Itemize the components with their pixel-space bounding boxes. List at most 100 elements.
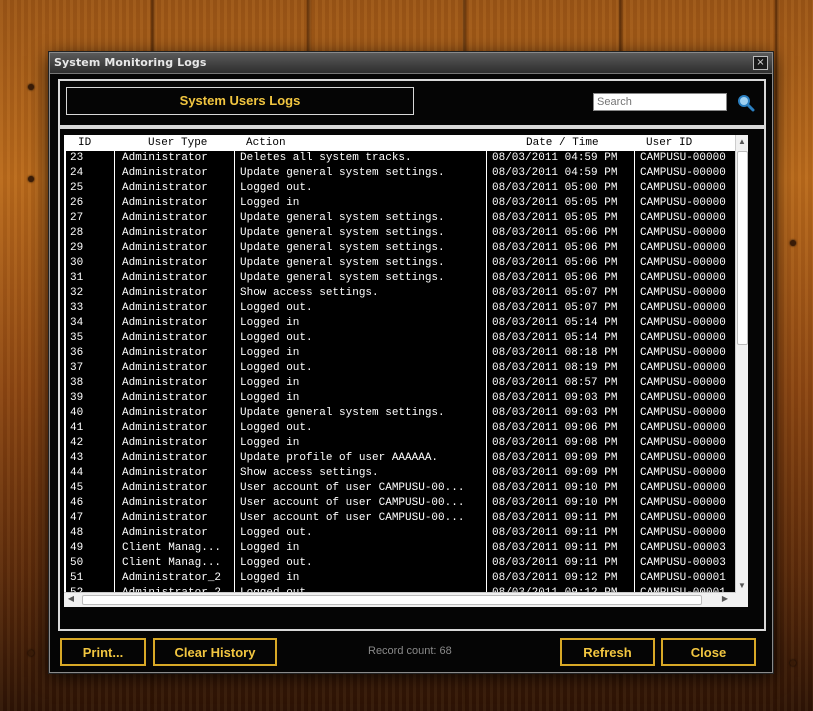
table-row[interactable]: 26 Administrator Logged in 08/03/2011 05:05… xyxy=(66,196,736,211)
table-row[interactable]: 35 Administrator Logged out. 08/03/2011 05:… xyxy=(66,331,736,346)
table-row[interactable]: 27 Administrator Update general system set… xyxy=(66,211,736,226)
cell-action: Show access settings. xyxy=(240,467,379,479)
column-divider xyxy=(114,556,115,571)
table-row[interactable]: 32 Administrator Show access settings. 08/0… xyxy=(66,286,736,301)
table-row[interactable]: 38 Administrator Logged in 08/03/2011 08:57… xyxy=(66,376,736,391)
cell-user-type: Administrator xyxy=(122,347,208,359)
table-row[interactable]: 29 Administrator Update general system set… xyxy=(66,241,736,256)
table-row[interactable]: 33 Administrator Logged out. 08/03/2011 05:… xyxy=(66,301,736,316)
column-divider xyxy=(234,331,235,346)
cell-action: Update general system settings. xyxy=(240,212,445,224)
table-row[interactable]: 44 Administrator Show access settings. 08/0… xyxy=(66,466,736,481)
column-divider xyxy=(114,196,115,211)
logs-table[interactable]: ID User Type Action Date / Time User ID … xyxy=(64,135,748,607)
column-divider xyxy=(486,466,487,481)
horizontal-scrollbar[interactable]: ◀ ▶ xyxy=(64,592,736,607)
cell-user-id: CAMPUSU-00003 xyxy=(640,542,726,554)
cell-action: Logged out. xyxy=(240,362,313,374)
cell-user-type: Administrator xyxy=(122,182,208,194)
scroll-down-icon[interactable]: ▼ xyxy=(738,581,746,591)
column-divider xyxy=(234,436,235,451)
cell-user-type: Administrator xyxy=(122,242,208,254)
table-row[interactable]: 30 Administrator Update general system set… xyxy=(66,256,736,271)
cell-action: Show access settings. xyxy=(240,287,379,299)
scroll-thumb[interactable] xyxy=(737,151,748,345)
column-header-date-time[interactable]: Date / Time xyxy=(526,137,599,149)
cell-id: 45 xyxy=(70,482,84,494)
cell-action: Update general system settings. xyxy=(240,257,445,269)
table-row[interactable]: 47 Administrator User account of user CAMP… xyxy=(66,511,736,526)
column-header-user-id[interactable]: User ID xyxy=(646,137,692,149)
scroll-right-icon[interactable]: ▶ xyxy=(720,594,730,605)
column-divider xyxy=(234,376,235,391)
cell-date-time: 08/03/2011 05:07 PM xyxy=(492,302,618,314)
cell-id: 49 xyxy=(70,542,84,554)
title-bar[interactable]: System Monitoring Logs × xyxy=(50,53,772,74)
column-divider xyxy=(234,451,235,466)
cell-user-id: CAMPUSU-00000 xyxy=(640,512,726,524)
cell-action: Logged out. xyxy=(240,557,313,569)
table-row[interactable]: 41 Administrator Logged out. 08/03/2011 09:… xyxy=(66,421,736,436)
cell-id: 35 xyxy=(70,332,84,344)
table-row[interactable]: 49 Client Manag... Logged in 08/03/2011 09:… xyxy=(66,541,736,556)
cell-id: 37 xyxy=(70,362,84,374)
refresh-button[interactable]: Refresh xyxy=(560,638,655,666)
table-row[interactable]: 31 Administrator Update general system set… xyxy=(66,271,736,286)
table-row[interactable]: 25 Administrator Logged out. 08/03/2011 05:… xyxy=(66,181,736,196)
table-row[interactable]: 46 Administrator User account of user CAMP… xyxy=(66,496,736,511)
cell-date-time: 08/03/2011 04:59 PM xyxy=(492,167,618,179)
cell-user-id: CAMPUSU-00000 xyxy=(640,407,726,419)
column-divider xyxy=(486,526,487,541)
table-row[interactable]: 42 Administrator Logged in 08/03/2011 09:08… xyxy=(66,436,736,451)
cell-user-id: CAMPUSU-00000 xyxy=(640,362,726,374)
cell-action: Logged out. xyxy=(240,422,313,434)
table-row[interactable]: 50 Client Manag... Logged out. 08/03/2011 0… xyxy=(66,556,736,571)
cell-id: 23 xyxy=(70,152,84,164)
column-header-id[interactable]: ID xyxy=(78,137,91,149)
cell-user-type: Administrator xyxy=(122,152,208,164)
print-button[interactable]: Print... xyxy=(60,638,146,666)
table-row[interactable]: 23 Administrator Deletes all system tracks… xyxy=(66,151,736,166)
table-row[interactable]: 28 Administrator Update general system set… xyxy=(66,226,736,241)
cell-user-type: Administrator xyxy=(122,332,208,344)
column-divider xyxy=(114,526,115,541)
cell-id: 27 xyxy=(70,212,84,224)
table-row[interactable]: 39 Administrator Logged in 08/03/2011 09:03… xyxy=(66,391,736,406)
cell-user-id: CAMPUSU-00000 xyxy=(640,482,726,494)
table-row[interactable]: 43 Administrator Update profile of user AA… xyxy=(66,451,736,466)
vertical-scrollbar[interactable]: ▲ ▼ xyxy=(735,135,748,607)
table-row[interactable]: 40 Administrator Update general system set… xyxy=(66,406,736,421)
cell-action: User account of user CAMPUSU-00... xyxy=(240,512,465,524)
column-header-user-type[interactable]: User Type xyxy=(148,137,207,149)
table-row[interactable]: 37 Administrator Logged out. 08/03/2011 08:… xyxy=(66,361,736,376)
search-input[interactable] xyxy=(593,93,727,111)
cell-user-id: CAMPUSU-00000 xyxy=(640,197,726,209)
cell-date-time: 08/03/2011 09:11 PM xyxy=(492,527,618,539)
scroll-up-icon[interactable]: ▲ xyxy=(738,137,746,147)
table-row[interactable]: 51 Administrator_2 Logged in 08/03/2011 09:… xyxy=(66,571,736,586)
search-icon[interactable] xyxy=(737,94,755,112)
column-divider xyxy=(234,496,235,511)
table-row[interactable]: 34 Administrator Logged in 08/03/2011 05:14… xyxy=(66,316,736,331)
table-row[interactable]: 45 Administrator User account of user CAMP… xyxy=(66,481,736,496)
column-header-action[interactable]: Action xyxy=(246,137,286,149)
cell-id: 32 xyxy=(70,287,84,299)
cell-date-time: 08/03/2011 05:06 PM xyxy=(492,257,618,269)
cell-date-time: 08/03/2011 05:00 PM xyxy=(492,182,618,194)
column-divider xyxy=(634,166,635,181)
column-divider xyxy=(634,391,635,406)
column-divider xyxy=(486,301,487,316)
cell-id: 51 xyxy=(70,572,84,584)
cell-action: Logged in xyxy=(240,437,300,449)
table-row[interactable]: 36 Administrator Logged in 08/03/2011 08:18… xyxy=(66,346,736,361)
column-divider xyxy=(114,331,115,346)
table-row[interactable]: 48 Administrator Logged out. 08/03/2011 09:… xyxy=(66,526,736,541)
table-row[interactable]: 24 Administrator Update general system set… xyxy=(66,166,736,181)
close-button[interactable]: Close xyxy=(661,638,756,666)
window-close-icon[interactable]: × xyxy=(753,56,768,70)
clear-history-button[interactable]: Clear History xyxy=(153,638,277,666)
cell-action: Logged in xyxy=(240,347,300,359)
cell-action: Logged in xyxy=(240,197,300,209)
scroll-left-icon[interactable]: ◀ xyxy=(66,594,76,605)
scroll-thumb-horizontal[interactable] xyxy=(82,595,702,605)
